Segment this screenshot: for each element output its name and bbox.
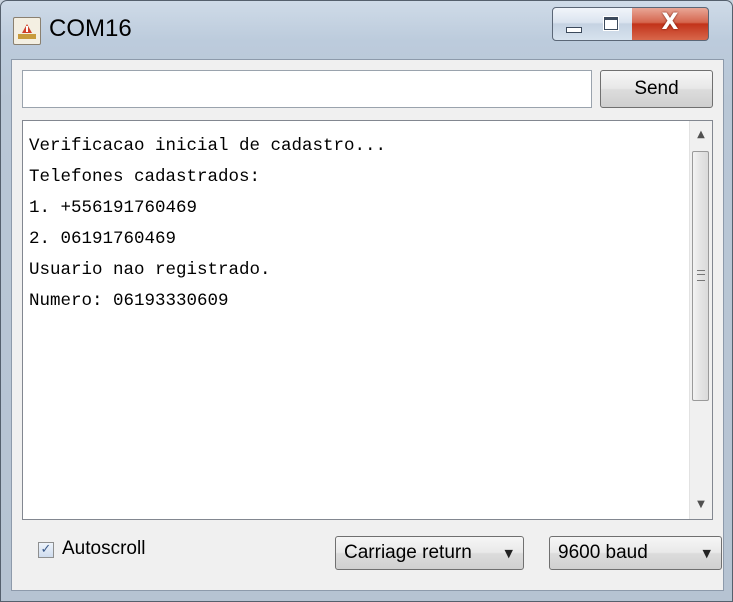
arduino-app-icon-graphic (18, 24, 36, 39)
chevron-down-icon: ▼ (504, 547, 513, 560)
close-button[interactable]: X (632, 7, 709, 41)
title-bar[interactable]: COM16 X (1, 1, 732, 59)
scrollbar-thumb[interactable] (692, 151, 709, 401)
minimize-icon (566, 27, 582, 33)
output-line: Verificacao inicial de cadastro... (29, 136, 387, 156)
baud-rate-value: 9600 baud (558, 542, 648, 563)
output-line: Numero: 06193330609 (29, 291, 229, 311)
output-line: Telefones cadastrados: (29, 167, 261, 187)
serial-monitor-window: COM16 X Send Verificacao inicial de cada… (0, 0, 733, 602)
send-input[interactable] (22, 70, 592, 108)
scrollbar-grip-icon (697, 270, 705, 281)
line-ending-select[interactable]: Carriage return ▼ (335, 536, 524, 570)
chevron-down-icon: ▼ (702, 547, 711, 560)
scroll-down-icon[interactable]: ▼ (690, 493, 712, 517)
line-ending-value: Carriage return (344, 542, 472, 563)
maximize-icon (604, 17, 618, 30)
close-icon: X (661, 10, 679, 35)
scroll-up-icon[interactable]: ▲ (690, 123, 712, 147)
bottom-controls: ✓ Autoscroll Carriage return ▼ 9600 baud… (22, 530, 722, 580)
vertical-scrollbar[interactable]: ▲ ▼ (689, 121, 712, 519)
output-line: Usuario nao registrado. (29, 260, 271, 280)
send-button[interactable]: Send (600, 70, 713, 108)
arduino-app-icon (13, 17, 41, 45)
minimize-button[interactable] (552, 7, 594, 41)
output-line: 2. 06191760469 (29, 229, 177, 249)
serial-monitor-client: Send Verificacao inicial de cadastro... … (11, 59, 724, 591)
baud-rate-select[interactable]: 9600 baud ▼ (549, 536, 722, 570)
output-line: 1. +556191760469 (29, 198, 198, 218)
autoscroll-label[interactable]: Autoscroll (62, 538, 145, 560)
output-lines: Verificacao inicial de cadastro... Telef… (29, 131, 679, 317)
serial-output-area[interactable]: Verificacao inicial de cadastro... Telef… (22, 120, 713, 520)
checkbox-check-icon: ✓ (40, 542, 52, 557)
autoscroll-checkbox[interactable]: ✓ (38, 542, 54, 558)
window-title: COM16 (49, 15, 132, 42)
maximize-button[interactable] (592, 7, 633, 41)
